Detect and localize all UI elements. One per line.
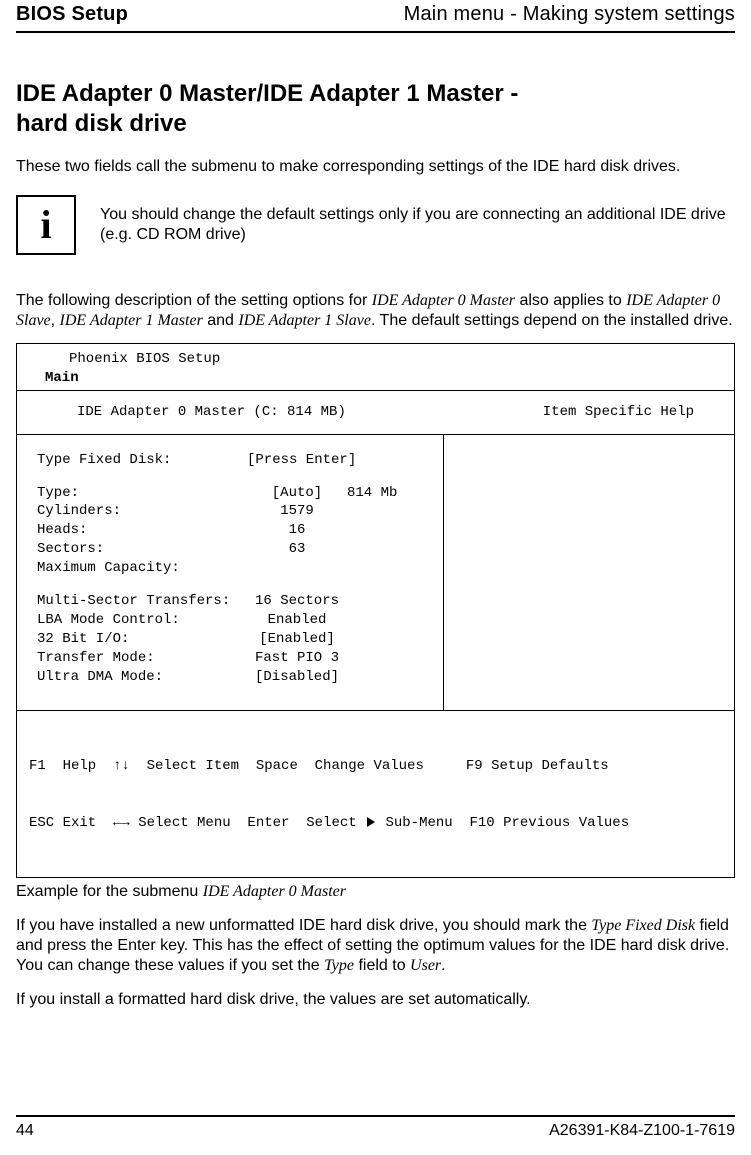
desc-text: The following description of the setting… <box>16 292 372 309</box>
running-head-right: Main menu - Making system settings <box>404 2 735 27</box>
field-value: Fast PIO 3 <box>247 649 347 668</box>
bios-setup-line: Phoenix BIOS Setup <box>45 350 722 369</box>
field-multi-sector: Multi-Sector Transfers:16 Sectors <box>37 592 423 611</box>
post1-text: . <box>441 957 445 974</box>
field-value: Enabled <box>247 611 347 630</box>
post1-italic-3: User <box>410 957 441 974</box>
footer-rule <box>16 1115 735 1117</box>
desc-italic-3: IDE Adapter 1 Master <box>60 312 203 329</box>
field-value-extra: 814 Mb <box>347 484 397 503</box>
field-label: Maximum Capacity: <box>37 559 247 578</box>
field-label: Cylinders: <box>37 502 247 521</box>
field-value: 1579 <box>247 502 347 521</box>
field-label: Sectors: <box>37 540 247 559</box>
field-type: Type:[Auto]814 Mb <box>37 484 423 503</box>
page-number: 44 <box>16 1121 34 1141</box>
post1-text: field to <box>354 957 410 974</box>
desc-italic-1: IDE Adapter 0 Master <box>372 292 515 309</box>
figure-caption: Example for the submenu IDE Adapter 0 Ma… <box>16 882 735 902</box>
bios-footer-line1: F1 Help ↑↓ Select Item Space Change Valu… <box>29 757 722 776</box>
running-head-left: BIOS Setup <box>16 2 128 27</box>
bios-box: Phoenix BIOS Setup Main IDE Adapter 0 Ma… <box>16 343 735 878</box>
desc-italic-4: IDE Adapter 1 Slave <box>238 312 371 329</box>
field-type-fixed-disk: Type Fixed Disk:[Press Enter] <box>37 451 423 470</box>
bios-footer-line2: ESC Exit ←→ Select Menu Enter Select Sub… <box>29 814 722 833</box>
field-label: Type Fixed Disk: <box>37 451 247 470</box>
field-label: LBA Mode Control: <box>37 611 247 630</box>
section-title-line1: IDE Adapter 0 Master/IDE Adapter 1 Maste… <box>16 80 518 107</box>
header-rule <box>16 31 735 33</box>
section-title: IDE Adapter 0 Master/IDE Adapter 1 Maste… <box>16 79 735 139</box>
bios-fields: Type Fixed Disk:[Press Enter] Type:[Auto… <box>17 435 444 711</box>
field-label: Type: <box>37 484 247 503</box>
document-id: A26391-K84-Z100-1-7619 <box>549 1121 735 1141</box>
field-value: [Enabled] <box>247 630 347 649</box>
intro-paragraph: These two fields call the submenu to mak… <box>16 157 735 177</box>
field-value: 63 <box>247 540 347 559</box>
bios-help-panel <box>444 435 734 711</box>
bios-footer-esc-pre: ESC Exit ←→ Select Menu Enter Select <box>29 815 365 831</box>
field-lba-mode: LBA Mode Control:Enabled <box>37 611 423 630</box>
section-title-line2: hard disk drive <box>16 110 187 137</box>
caption-text: Example for the submenu <box>16 883 203 900</box>
field-value: [Press Enter] <box>247 451 347 470</box>
post-paragraph-2: If you install a formatted hard disk dri… <box>16 990 735 1010</box>
field-label: Ultra DMA Mode: <box>37 668 247 687</box>
triangle-right-icon <box>367 817 375 827</box>
bios-footer: F1 Help ↑↓ Select Item Space Change Valu… <box>17 711 734 876</box>
info-text: You should change the default settings o… <box>100 205 735 245</box>
field-label: Heads: <box>37 521 247 540</box>
field-value: [Auto] <box>247 484 347 503</box>
post1-italic-1: Type Fixed Disk <box>591 917 695 934</box>
field-value: 16 <box>247 521 347 540</box>
post1-text: If you have installed a new unformatted … <box>16 917 591 934</box>
field-sectors: Sectors:63 <box>37 540 423 559</box>
post-paragraph-1: If you have installed a new unformatted … <box>16 916 735 976</box>
bios-help-title: Item Specific Help <box>543 403 694 422</box>
desc-text: , <box>51 312 60 329</box>
info-callout: i You should change the default settings… <box>16 195 735 255</box>
field-label: Transfer Mode: <box>37 649 247 668</box>
bios-submenu-title: IDE Adapter 0 Master (C: 814 MB) <box>77 403 346 422</box>
field-transfer-mode: Transfer Mode:Fast PIO 3 <box>37 649 423 668</box>
field-32bit-io: 32 Bit I/O:[Enabled] <box>37 630 423 649</box>
field-value: [Disabled] <box>247 668 347 687</box>
bios-main-tab: Main <box>45 369 722 388</box>
post1-italic-2: Type <box>324 957 354 974</box>
info-icon: i <box>16 195 76 255</box>
field-label: Multi-Sector Transfers: <box>37 592 247 611</box>
desc-text: . The default settings depend on the ins… <box>371 312 733 329</box>
desc-text: and <box>203 312 239 329</box>
field-heads: Heads:16 <box>37 521 423 540</box>
bios-footer-esc-post: Sub-Menu F10 Previous Values <box>377 815 629 831</box>
field-label: 32 Bit I/O: <box>37 630 247 649</box>
field-max-capacity: Maximum Capacity: <box>37 559 423 578</box>
desc-text: also applies to <box>515 292 626 309</box>
description-paragraph: The following description of the setting… <box>16 291 735 331</box>
field-ultra-dma: Ultra DMA Mode:[Disabled] <box>37 668 423 687</box>
caption-italic: IDE Adapter 0 Master <box>203 883 346 900</box>
field-cylinders: Cylinders:1579 <box>37 502 423 521</box>
field-value: 16 Sectors <box>247 592 347 611</box>
